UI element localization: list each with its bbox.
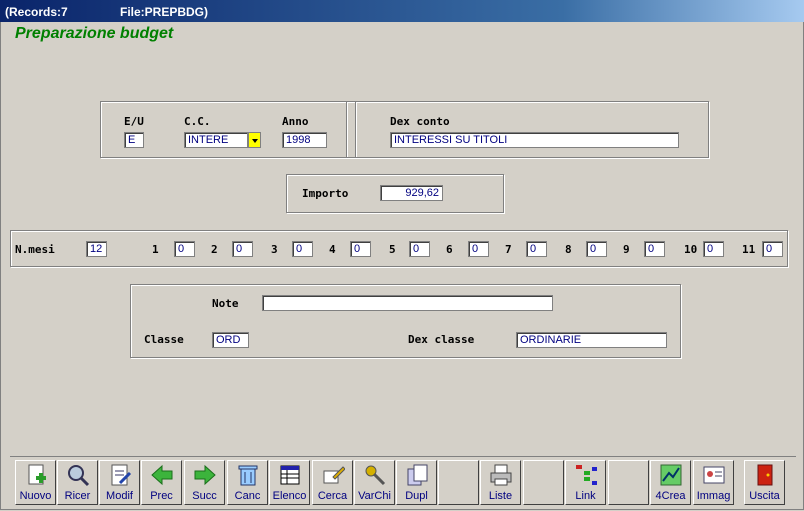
month-1-label: 1 bbox=[152, 243, 159, 256]
page-title: Preparazione budget bbox=[15, 25, 174, 42]
dex-conto-field[interactable]: INTERESSI SU TITOLI bbox=[390, 132, 679, 148]
keys-icon bbox=[363, 463, 387, 487]
toolbar-button-label: Dupl bbox=[405, 490, 428, 502]
month-7-field[interactable]: 0 bbox=[526, 241, 547, 257]
toolbar-button-succ[interactable]: Succ bbox=[184, 460, 225, 505]
month-11-label: 11 bbox=[742, 243, 756, 256]
importo-field[interactable]: 929,62 bbox=[380, 185, 443, 201]
dex-classe-field[interactable]: ORDINARIE bbox=[516, 332, 667, 348]
toolbar-button-label: Succ bbox=[192, 490, 217, 502]
nmesi-label: N.mesi bbox=[15, 243, 55, 256]
toolbar-button-label: Immag bbox=[696, 490, 731, 502]
classe-field[interactable]: ORD bbox=[212, 332, 249, 348]
records-count: (Records:7 bbox=[5, 5, 68, 19]
month-2-label: 2 bbox=[211, 243, 218, 256]
month-3-label: 3 bbox=[271, 243, 278, 256]
file-name: File:PREPBDG) bbox=[120, 5, 209, 19]
anno-field[interactable]: 1998 bbox=[282, 132, 327, 148]
eu-field[interactable]: E bbox=[124, 132, 144, 148]
toolbar-button-empty bbox=[523, 460, 564, 505]
create-chart-icon bbox=[659, 463, 683, 487]
dex-conto-label: Dex conto bbox=[390, 115, 450, 128]
toolbar-button-link[interactable]: Link bbox=[565, 460, 606, 505]
toolbar-button-canc[interactable]: Canc bbox=[227, 460, 268, 505]
chevron-down-icon[interactable] bbox=[248, 132, 261, 148]
toolbar-button-dupl[interactable]: Dupl bbox=[396, 460, 437, 505]
month-9-label: 9 bbox=[623, 243, 630, 256]
toolbar-button-ricer[interactable]: Ricer bbox=[57, 460, 98, 505]
toolbar-button-elenco[interactable]: Elenco bbox=[269, 460, 310, 505]
toolbar-button-label: Modif bbox=[106, 490, 133, 502]
months-group bbox=[10, 230, 788, 267]
toolbar-button-prec[interactable]: Prec bbox=[141, 460, 182, 505]
toolbar-button-empty bbox=[438, 460, 479, 505]
id-card-icon bbox=[702, 463, 726, 487]
dex-conto-group bbox=[355, 101, 709, 158]
arrow-left-icon bbox=[150, 463, 174, 487]
importo-label: Importo bbox=[302, 187, 349, 200]
list-table-icon bbox=[278, 463, 302, 487]
account-group bbox=[100, 101, 347, 158]
printer-icon bbox=[489, 463, 513, 487]
cc-label: C.C. bbox=[184, 115, 211, 128]
month-6-label: 6 bbox=[446, 243, 453, 256]
month-7-label: 7 bbox=[505, 243, 512, 256]
toolbar-button-label: Nuovo bbox=[19, 490, 52, 502]
toolbar-button-modif[interactable]: Modif bbox=[99, 460, 140, 505]
toolbar-button-label: VarChi bbox=[358, 490, 391, 502]
magnifier-icon bbox=[66, 463, 90, 487]
toolbar-button-label: Prec bbox=[150, 490, 173, 502]
toolbar-button-label: Elenco bbox=[272, 490, 307, 502]
note-label: Note bbox=[212, 297, 239, 310]
month-4-field[interactable]: 0 bbox=[350, 241, 371, 257]
trash-icon bbox=[236, 463, 260, 487]
edit-document-icon bbox=[108, 463, 132, 487]
search-highlight-icon bbox=[321, 463, 346, 487]
classe-label: Classe bbox=[144, 333, 184, 346]
toolbar-button-label: Ricer bbox=[64, 490, 91, 502]
dex-classe-label: Dex classe bbox=[408, 333, 475, 346]
toolbar-button-cerca[interactable]: Cerca bbox=[312, 460, 353, 505]
month-11-field[interactable]: 0 bbox=[762, 241, 783, 257]
month-4-label: 4 bbox=[329, 243, 336, 256]
toolbar-button-label: Uscita bbox=[749, 490, 780, 502]
toolbar-button-label: 4Crea bbox=[655, 490, 686, 502]
toolbar-button-label: Cerca bbox=[317, 490, 348, 502]
toolbar-button-liste[interactable]: Liste bbox=[480, 460, 521, 505]
note-field[interactable] bbox=[262, 295, 553, 311]
month-9-field[interactable]: 0 bbox=[644, 241, 665, 257]
month-1-field[interactable]: 0 bbox=[174, 241, 195, 257]
month-6-field[interactable]: 0 bbox=[468, 241, 489, 257]
toolbar-button-varchi[interactable]: VarChi bbox=[354, 460, 395, 505]
toolbar-button-label: Canc bbox=[234, 490, 261, 502]
toolbar-button-label: Liste bbox=[488, 490, 513, 502]
arrow-right-icon bbox=[193, 463, 217, 487]
toolbar-button-uscita[interactable]: Uscita bbox=[744, 460, 785, 505]
toolbar-button-label: Link bbox=[575, 490, 596, 502]
cc-select[interactable]: INTERE bbox=[184, 132, 248, 148]
month-10-field[interactable]: 0 bbox=[703, 241, 724, 257]
duplicate-icon bbox=[405, 463, 429, 487]
month-8-label: 8 bbox=[565, 243, 572, 256]
month-2-field[interactable]: 0 bbox=[232, 241, 253, 257]
nmesi-field[interactable]: 12 bbox=[86, 241, 107, 257]
eu-label: E/U bbox=[124, 115, 144, 128]
month-3-field[interactable]: 0 bbox=[292, 241, 313, 257]
new-document-icon bbox=[24, 463, 48, 487]
toolbar-button-empty bbox=[608, 460, 649, 505]
exit-door-icon bbox=[753, 463, 777, 487]
toolbar-button-4crea[interactable]: 4Crea bbox=[650, 460, 691, 505]
toolbar-button-immag[interactable]: Immag bbox=[693, 460, 734, 505]
link-tree-icon bbox=[574, 463, 598, 487]
month-5-field[interactable]: 0 bbox=[409, 241, 430, 257]
month-5-label: 5 bbox=[389, 243, 396, 256]
month-10-label: 10 bbox=[684, 243, 698, 256]
toolbar-button-nuovo[interactable]: Nuovo bbox=[15, 460, 56, 505]
month-8-field[interactable]: 0 bbox=[586, 241, 607, 257]
anno-label: Anno bbox=[282, 115, 309, 128]
title-bar: (Records:7 File:PREPBDG) bbox=[0, 0, 804, 22]
